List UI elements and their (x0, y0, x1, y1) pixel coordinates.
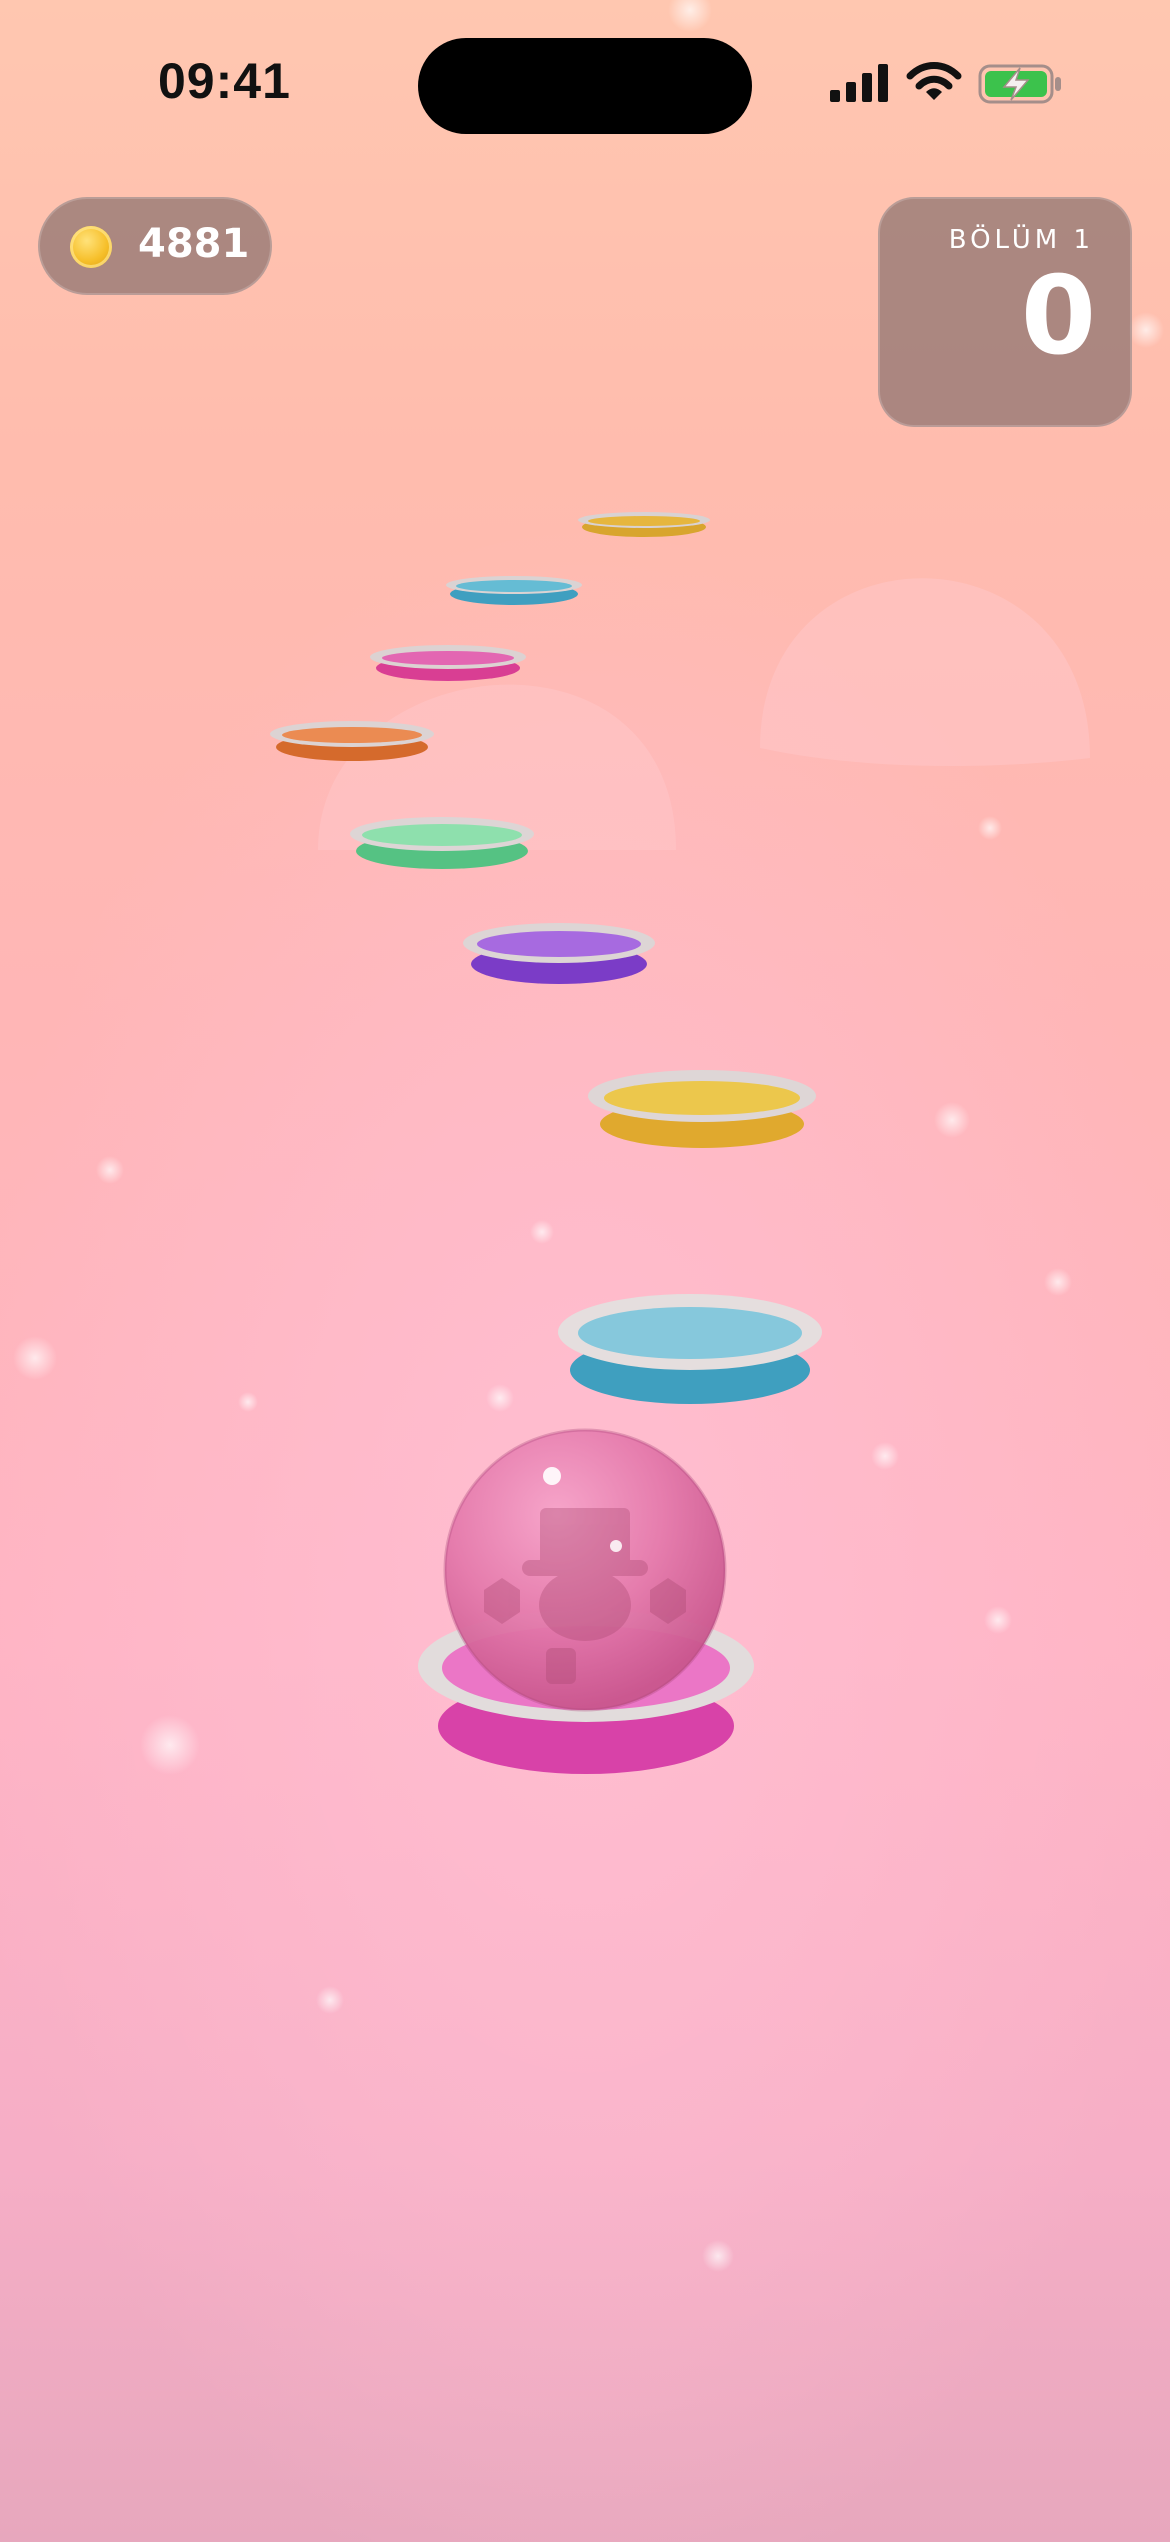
platform-orange (270, 721, 434, 761)
platform-purple (463, 923, 655, 984)
player-bubble-ball (443, 1428, 727, 1712)
level-score-card: BÖLÜM 1 0 (878, 197, 1132, 427)
platform-blue-near (558, 1294, 822, 1404)
status-bar: 09:41 (0, 0, 1170, 170)
gold-coin-icon (70, 226, 112, 268)
platform-green (350, 817, 534, 869)
platform-yellow (588, 1070, 816, 1148)
dynamic-island (418, 38, 752, 134)
wifi-icon (906, 62, 962, 100)
platform-blue (446, 576, 582, 605)
background-dome (760, 578, 1090, 767)
level-label: BÖLÜM 1 (948, 225, 1094, 255)
platform-pink (370, 645, 526, 681)
coin-count: 4881 (138, 221, 250, 267)
coin-counter: 4881 (38, 197, 272, 295)
status-time: 09:41 (158, 53, 291, 109)
score-value: 0 (1020, 254, 1096, 379)
charging-battery-icon (978, 64, 1061, 104)
platform-yellow-far (578, 512, 710, 537)
signal-icon (830, 64, 888, 102)
